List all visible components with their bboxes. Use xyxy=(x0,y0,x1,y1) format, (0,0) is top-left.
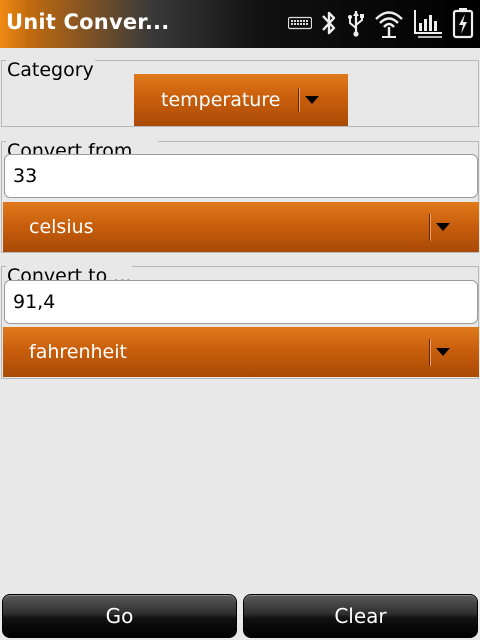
dropdown-divider xyxy=(298,88,300,112)
category-group: Category temperature xyxy=(1,59,479,127)
category-label: Category xyxy=(6,59,95,81)
chevron-down-icon xyxy=(436,223,450,231)
dropdown-divider xyxy=(429,214,431,241)
signal-icon xyxy=(412,7,444,39)
bluetooth-icon xyxy=(320,8,338,38)
usb-icon xyxy=(346,8,366,38)
category-selected-value: temperature xyxy=(161,89,281,111)
convert-from-unit-value: celsius xyxy=(29,216,94,238)
convert-from-input[interactable]: 33 xyxy=(4,154,478,198)
convert-to-unit-dropdown[interactable]: fahrenheit xyxy=(3,327,479,377)
app-title: Unit Conver... xyxy=(6,10,170,34)
wifi-icon xyxy=(374,7,404,39)
convert-to-unit-value: fahrenheit xyxy=(29,341,127,363)
status-icons xyxy=(288,6,474,40)
dropdown-divider xyxy=(429,339,431,366)
keyboard-icon xyxy=(288,15,312,31)
clear-button[interactable]: Clear xyxy=(243,594,478,638)
convert-from-group: Convert from ... 33 celsius xyxy=(1,140,479,253)
convert-from-unit-dropdown[interactable]: celsius xyxy=(3,202,479,252)
go-button[interactable]: Go xyxy=(2,594,237,638)
title-bar: Unit Conver... xyxy=(0,0,480,48)
chevron-down-icon xyxy=(305,96,319,104)
battery-charging-icon xyxy=(452,7,474,39)
chevron-down-icon xyxy=(436,348,450,356)
convert-to-group: Convert to ... 91,4 fahrenheit xyxy=(1,265,479,379)
category-dropdown[interactable]: temperature xyxy=(134,74,348,126)
convert-to-input[interactable]: 91,4 xyxy=(4,280,478,324)
